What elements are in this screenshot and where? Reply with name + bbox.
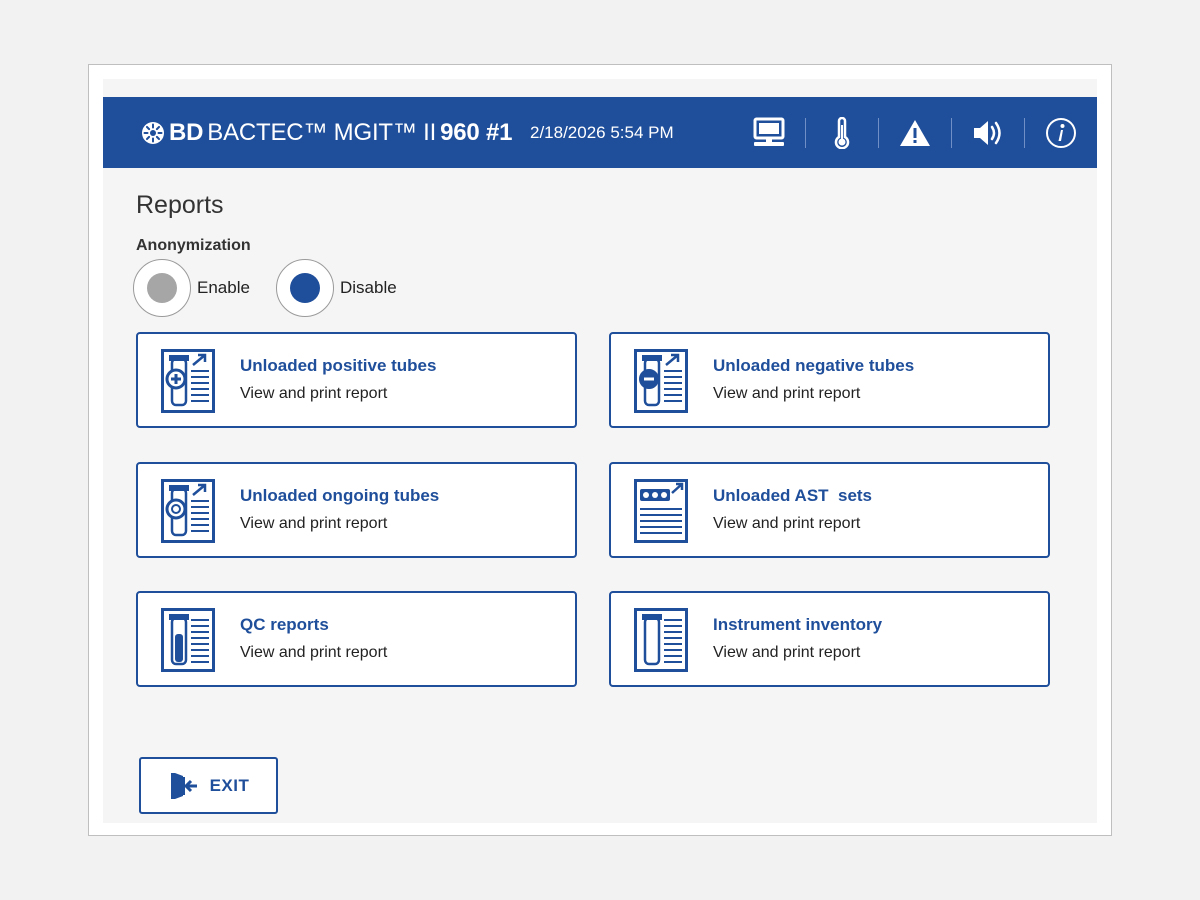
radio-enable-dot [147,273,177,303]
exit-label: EXIT [209,775,250,795]
card-subtitle: View and print report [713,644,861,661]
card-title: Unloaded negative tubes [713,356,915,375]
radio-enable-label: Enable [197,278,250,297]
computer-icon[interactable] [751,115,787,151]
brand-bd: BD [169,118,204,146]
radio-disable-label: Disable [340,278,397,297]
qc-tube-report-icon [161,608,215,672]
card-title: Unloaded ongoing tubes [240,486,440,505]
separator [878,117,879,148]
instrument-inventory-button[interactable]: Instrument inventory View and print repo… [609,591,1050,687]
radio-disable-circle[interactable] [276,259,334,317]
card-title: QC reports [240,615,329,634]
status-icons [751,97,1079,168]
card-subtitle: View and print report [713,385,861,402]
unloaded-negative-tubes-button[interactable]: Unloaded negative tubes View and print r… [609,332,1050,428]
bd-logo-icon [142,121,164,144]
unloaded-ongoing-tubes-button[interactable]: Unloaded ongoing tubes View and print re… [136,462,577,558]
radio-disable-dot [290,273,320,303]
card-title: Unloaded AST sets [713,486,873,505]
unloaded-positive-tubes-button[interactable]: Unloaded positive tubes View and print r… [136,332,577,428]
brand-model: 960 #1 [440,118,513,146]
info-icon[interactable] [1043,115,1079,151]
header-bar: BD BACTEC™ MGIT™ II 960 #1 2/18/2026 5:5… [103,97,1097,168]
radio-disable[interactable]: Disable [276,259,397,317]
separator [805,117,806,148]
unloaded-ast-sets-button[interactable]: Unloaded AST sets View and print report [609,462,1050,558]
page-title: Reports [136,191,224,219]
anonymization-label: Anonymization [136,237,251,254]
ongoing-tube-report-icon [161,479,215,543]
speaker-icon[interactable] [970,115,1006,151]
card-subtitle: View and print report [240,515,388,532]
inventory-tube-report-icon [634,608,688,672]
warning-icon[interactable] [897,115,933,151]
ast-set-report-icon [634,479,688,543]
brand: BD BACTEC™ MGIT™ II 960 #1 [141,97,512,168]
thermometer-icon[interactable] [824,115,860,151]
separator [1024,117,1025,148]
card-subtitle: View and print report [713,515,861,532]
card-subtitle: View and print report [240,385,388,402]
card-subtitle: View and print report [240,644,388,661]
card-title: Unloaded positive tubes [240,356,437,375]
separator [951,117,952,148]
positive-tube-report-icon [161,349,215,413]
radio-enable-circle[interactable] [133,259,191,317]
device-frame: BD BACTEC™ MGIT™ II 960 #1 2/18/2026 5:5… [88,64,1112,836]
brand-product: BACTEC™ MGIT™ II [207,118,437,146]
radio-enable[interactable]: Enable [133,259,250,317]
exit-icon [170,772,197,799]
card-title: Instrument inventory [713,615,883,634]
exit-button[interactable]: EXIT [139,757,278,814]
negative-tube-report-icon [634,349,688,413]
datetime: 2/18/2026 5:54 PM [530,122,674,142]
screen: BD BACTEC™ MGIT™ II 960 #1 2/18/2026 5:5… [103,79,1097,823]
qc-reports-button[interactable]: QC reports View and print report [136,591,577,687]
